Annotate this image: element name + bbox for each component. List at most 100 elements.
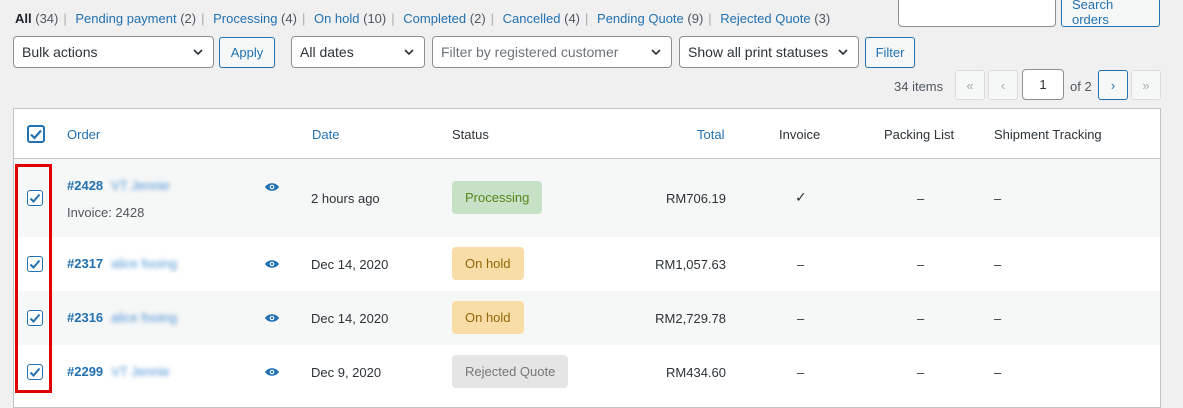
order-link[interactable]: #2317 (67, 256, 103, 271)
invoice-check: ✓ (795, 189, 807, 205)
order-link[interactable]: #2316 (67, 310, 103, 325)
column-date[interactable]: Date (312, 127, 339, 142)
tracking-value: – (994, 191, 1002, 206)
search-orders-button[interactable]: Search orders (1061, 0, 1160, 27)
table-row[interactable]: #2428 VT Jennie Invoice: 2428 2 hours ago… (14, 159, 1160, 237)
column-shipment-tracking: Shipment Tracking (994, 127, 1102, 142)
separator: | (585, 11, 589, 26)
column-invoice: Invoice (779, 127, 821, 142)
order-link[interactable]: #2299 (67, 364, 103, 379)
filter-all-link[interactable]: All (34) (15, 11, 58, 26)
tracking-value: – (994, 311, 1002, 326)
order-total: RM706.19 (666, 191, 726, 206)
order-date: Dec 14, 2020 (311, 311, 389, 326)
filter-rejected-quote[interactable]: Rejected Quote (3) (720, 11, 830, 26)
chevron-down-icon (193, 49, 203, 56)
chevron-down-icon (838, 49, 848, 56)
filter-pending-payment[interactable]: Pending payment (2) (75, 11, 196, 26)
separator: | (63, 11, 67, 26)
invoice-value: – (797, 257, 805, 272)
total-pages: of 2 (1070, 79, 1092, 94)
order-cell: #2317 alice fooing (67, 256, 177, 271)
separator: | (490, 11, 495, 26)
filter-processing-link[interactable]: Processing (4) (213, 11, 297, 26)
bulk-actions-value: Bulk actions (22, 44, 98, 60)
tracking-value: – (994, 365, 1002, 380)
apply-button[interactable]: Apply (219, 37, 275, 68)
customer-filter-placeholder: Filter by registered customer (441, 44, 619, 60)
column-packing-list: Packing List (884, 127, 955, 142)
current-page-input[interactable]: 1 (1022, 69, 1064, 100)
filter-cancelled[interactable]: Cancelled (4) (503, 11, 580, 26)
customer-name: VT Jennie (111, 364, 170, 379)
order-cell: #2428 VT Jennie (67, 178, 169, 193)
invoice-number: Invoice: 2428 (67, 205, 145, 220)
table-header: Order Date Status Total Invoice Packing … (14, 109, 1160, 159)
status-badge: Processing (452, 181, 543, 214)
checkbox-highlight-annotation (15, 164, 52, 393)
customer-name: alice fooing (111, 256, 177, 271)
dates-value: All dates (300, 44, 354, 60)
status-badge: Rejected Quote (452, 355, 569, 388)
chevron-down-icon (651, 49, 661, 56)
print-status-select[interactable]: Show all print statuses (679, 36, 859, 68)
eye-icon[interactable] (264, 312, 280, 324)
eye-icon[interactable] (264, 258, 280, 270)
order-date: Dec 9, 2020 (311, 365, 382, 380)
filter-completed[interactable]: Completed (2) (403, 11, 485, 26)
separator: | (708, 11, 712, 26)
customer-filter-select[interactable]: Filter by registered customer (432, 36, 672, 68)
filter-completed-link[interactable]: Completed (2) (403, 11, 485, 26)
order-total: RM434.60 (666, 365, 726, 380)
status-filter-links: All (34) | Pending payment (2) | Processin… (15, 11, 830, 26)
filter-button[interactable]: Filter (865, 37, 915, 68)
order-total: RM2,729.78 (655, 311, 726, 326)
order-date: Dec 14, 2020 (311, 257, 389, 272)
customer-name: alice fooing (111, 310, 177, 325)
select-all-checkbox[interactable] (27, 125, 45, 143)
order-date: 2 hours ago (311, 191, 380, 206)
separator: | (391, 11, 395, 26)
chevron-down-icon (404, 49, 414, 56)
search-orders-input[interactable] (898, 0, 1056, 27)
eye-icon[interactable] (264, 366, 280, 378)
invoice-value: – (797, 311, 805, 326)
packing-list-value: – (917, 257, 925, 272)
table-row[interactable]: #2317 alice fooing Dec 14, 2020 On hold R… (14, 237, 1160, 291)
filter-pending-payment-link[interactable]: Pending payment (2) (75, 11, 196, 26)
column-total[interactable]: Total (697, 127, 724, 142)
checkmark-icon (30, 129, 42, 140)
status-badge: On hold (452, 247, 524, 280)
column-status: Status (452, 127, 489, 142)
items-count: 34 items (894, 79, 944, 94)
tracking-value: – (994, 257, 1002, 272)
print-status-value: Show all print statuses (688, 44, 829, 60)
last-page-button[interactable]: » (1131, 70, 1161, 100)
filter-cancelled-link[interactable]: Cancelled (4) (503, 11, 580, 26)
bulk-actions-select[interactable]: Bulk actions (13, 36, 214, 68)
first-page-button[interactable]: « (955, 70, 985, 100)
filter-rejected-quote-link[interactable]: Rejected Quote (3) (720, 11, 830, 26)
packing-list-value: – (917, 191, 925, 206)
filter-on-hold[interactable]: On hold (10) (314, 11, 386, 26)
prev-page-button[interactable]: ‹ (988, 70, 1018, 100)
table-row[interactable]: #2316 alice fooing Dec 14, 2020 On hold R… (14, 291, 1160, 345)
table-row[interactable]: #2299 VT Jennie Dec 9, 2020 Rejected Quot… (14, 345, 1160, 399)
separator: | (301, 11, 306, 26)
filter-processing[interactable]: Processing (4) (213, 11, 297, 26)
eye-icon[interactable] (264, 181, 280, 193)
customer-name: VT Jennie (111, 178, 170, 193)
separator: | (201, 11, 205, 26)
filter-pending-quote[interactable]: Pending Quote (9) (597, 11, 703, 26)
filter-all[interactable]: All (34) (15, 11, 58, 26)
order-cell: #2316 alice fooing (67, 310, 177, 325)
filter-pending-quote-link[interactable]: Pending Quote (9) (597, 11, 703, 26)
next-page-button[interactable]: › (1098, 70, 1128, 100)
column-order[interactable]: Order (67, 127, 100, 142)
packing-list-value: – (917, 311, 925, 326)
orders-table: Order Date Status Total Invoice Packing … (13, 108, 1161, 408)
order-link[interactable]: #2428 (67, 178, 103, 193)
filter-on-hold-link[interactable]: On hold (10) (314, 11, 386, 26)
dates-select[interactable]: All dates (291, 36, 425, 68)
order-total: RM1,057.63 (655, 257, 726, 272)
